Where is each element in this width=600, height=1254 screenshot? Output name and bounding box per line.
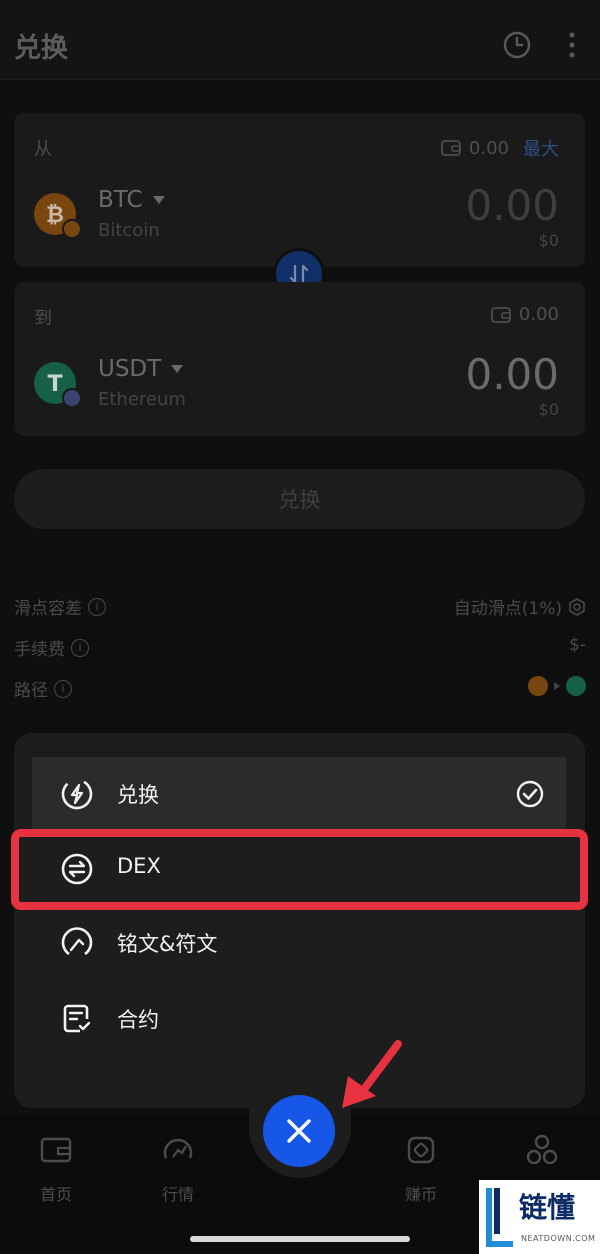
more-vertical-icon[interactable] [557,30,587,60]
to-usd-value: $0 [538,400,559,419]
to-balance-value: 0.00 [518,304,559,325]
header: 兑换 [0,0,600,80]
lightning-icon [61,778,93,810]
tab-home-label: 首页 [39,1185,72,1204]
from-card: 从 0.00 最大 ₿ BTC Bitcoin 0.00 $0 [14,113,585,267]
btc-route-icon [528,676,548,696]
settings-icon[interactable] [568,597,586,616]
caret-down-icon [152,196,165,204]
page-title: 兑换 [14,33,68,64]
btc-coin-icon[interactable]: ₿ [34,193,82,239]
fee-label: 手续费 [14,640,65,660]
menu-item-swap-label: 兑换 [117,783,159,807]
usdt-route-icon [566,676,586,696]
menu-item-contract-label: 合约 [117,1008,159,1032]
from-balance-value: 0.00 [468,137,509,159]
to-label: 到 [34,308,52,329]
max-button[interactable]: 最大 [523,135,559,161]
from-token-network: Bitcoin [98,220,160,241]
route-row: 路径 i [14,672,586,702]
menu-item-inscription[interactable]: 铭文&符文 [32,906,566,980]
tab-market-label: 行情 [161,1185,194,1204]
info-icon[interactable]: i [71,638,89,657]
wallet-icon [491,306,511,323]
discover-icon [526,1134,558,1165]
inscription-icon [61,927,93,956]
to-token-symbol: USDT [98,356,162,382]
market-icon [163,1138,193,1159]
to-token-network: Ethereum [98,389,186,410]
from-balance: 0.00 最大 [441,135,559,161]
close-menu-button[interactable] [263,1095,335,1167]
slippage-value[interactable]: 自动滑点(1%) [454,594,562,619]
pointer-arrow-icon [342,1040,402,1108]
route-arrow-icon [554,682,560,690]
slippage-label: 滑点容差 [14,599,82,619]
highlight-box [11,829,588,910]
from-amount-input[interactable]: 0.00 [465,181,559,230]
close-icon [287,1119,311,1143]
fee-row: 手续费 i $- [14,631,586,661]
info-icon[interactable]: i [88,597,106,616]
from-label: 从 [34,139,52,160]
swap-submit-button[interactable]: 兑换 [14,469,585,529]
watermark-subtext: NEATDOWN.COM [521,1234,596,1243]
wallet-icon [40,1137,72,1163]
earn-icon [407,1136,435,1164]
to-balance: 0.00 [491,304,559,325]
wallet-icon [441,140,461,156]
slippage-row: 滑点容差 i 自动滑点(1%) [14,590,586,620]
ethereum-network-icon [62,388,82,408]
watermark-logo: 链懂 NEATDOWN.COM [479,1180,600,1254]
info-icon[interactable]: i [54,679,72,698]
svg-text:₿: ₿ [46,203,64,228]
svg-text:T: T [47,372,62,397]
tab-earn[interactable]: 赚币 [381,1133,461,1205]
caret-down-icon [171,365,184,373]
to-amount-value: 0.00 [465,350,559,399]
from-usd-value: $0 [538,231,559,250]
watermark-text: 链懂 [519,1191,576,1224]
fee-value: $- [569,635,586,655]
from-token-symbol: BTC [98,187,143,213]
tab-market[interactable]: 行情 [138,1133,218,1205]
home-indicator [190,1236,410,1242]
menu-item-inscription-label: 铭文&符文 [117,932,218,956]
clock-icon[interactable] [502,30,532,60]
contract-icon [63,1004,91,1033]
bitcoin-network-icon [62,219,82,239]
tab-earn-label: 赚币 [404,1185,437,1204]
from-token-selector[interactable]: BTC [98,187,165,213]
check-circle-icon [516,780,544,808]
menu-item-swap[interactable]: 兑换 [32,757,566,831]
to-card: 到 0.00 T USDT Ethereum 0.00 $0 [14,282,585,436]
menu-item-contract[interactable]: 合约 [32,982,566,1056]
tab-home[interactable]: 首页 [16,1133,96,1205]
logo-mark-icon [486,1188,513,1247]
to-token-selector[interactable]: USDT [98,356,184,382]
route-label: 路径 [14,681,48,701]
usdt-coin-icon[interactable]: T [34,362,82,408]
